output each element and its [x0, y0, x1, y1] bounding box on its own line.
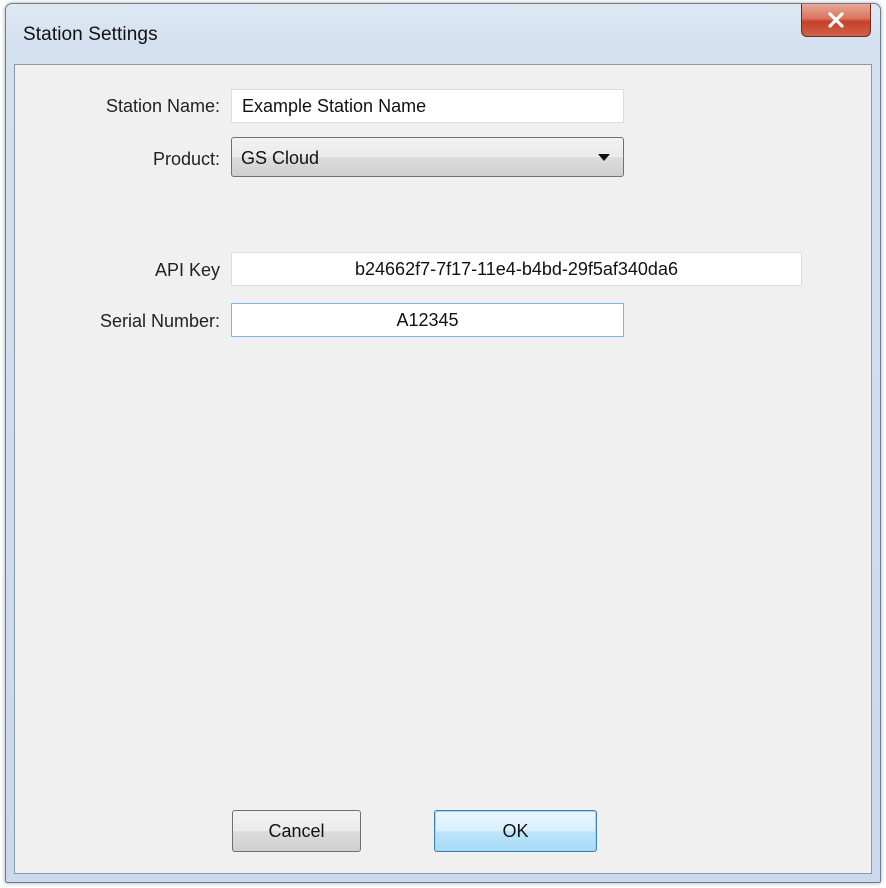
- ok-button[interactable]: OK: [434, 810, 597, 852]
- station-name-input[interactable]: [231, 89, 624, 123]
- api-key-input[interactable]: [231, 252, 802, 286]
- dialog-window: Station Settings Station Name: Product: …: [5, 3, 881, 883]
- title-bar[interactable]: Station Settings: [6, 4, 880, 64]
- station-name-label: Station Name:: [105, 96, 220, 116]
- dialog-content: Station Name: Product: GS Cloud API Key …: [14, 64, 872, 874]
- serial-number-label: Serial Number:: [99, 311, 220, 331]
- product-selected-value: GS Cloud: [241, 148, 320, 168]
- cancel-button[interactable]: Cancel: [232, 810, 361, 852]
- window-title: Station Settings: [23, 24, 158, 45]
- close-icon: [828, 12, 844, 28]
- product-dropdown[interactable]: GS Cloud: [231, 137, 624, 177]
- product-label: Product:: [152, 149, 220, 169]
- serial-number-input[interactable]: [231, 303, 624, 337]
- close-button[interactable]: [801, 4, 871, 37]
- api-key-label: API Key: [154, 260, 220, 280]
- chevron-down-icon: [598, 154, 610, 161]
